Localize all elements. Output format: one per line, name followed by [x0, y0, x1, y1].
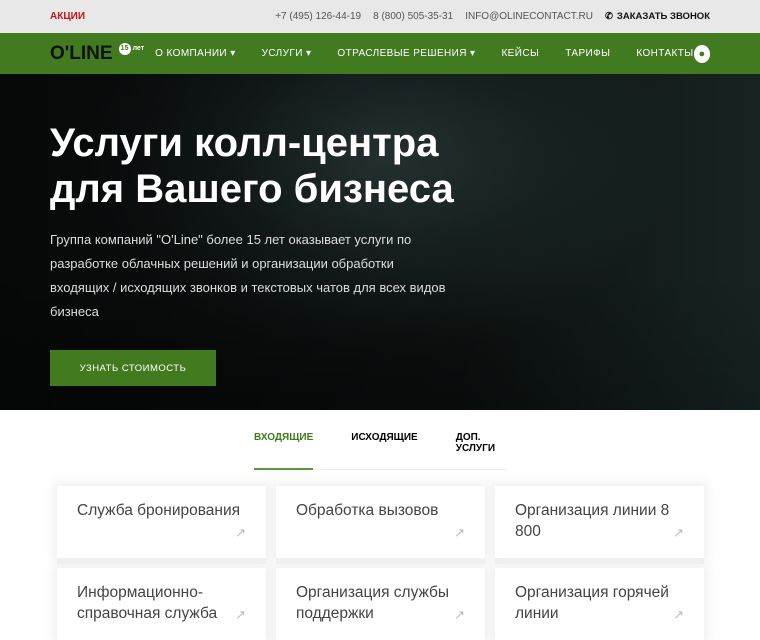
- hero-title: Услуги колл-центра для Вашего бизнеса: [50, 121, 454, 211]
- main-nav: O'LINE 15 лет О КОМПАНИИ ▾ УСЛУГИ ▾ ОТРАСЛ…: [0, 33, 760, 74]
- service-tabs: ВХОДЯЩИЕ ИСХОДЯЩИЕ ДОП. УСЛУГИ: [254, 432, 507, 470]
- arrow-icon: ↗: [454, 607, 465, 622]
- get-price-button[interactable]: УЗНАТЬ СТОИМОСТЬ: [50, 350, 216, 386]
- callback-button[interactable]: ✆ ЗАКАЗАТЬ ЗВОНОК: [605, 11, 710, 22]
- service-card[interactable]: Организация линии 8 800 ↗: [495, 486, 704, 558]
- tab-incoming[interactable]: ВХОДЯЩИЕ: [254, 432, 314, 470]
- nav-cases[interactable]: КЕЙСЫ: [501, 48, 539, 59]
- phone-free[interactable]: 8 (800) 505-35-31: [373, 11, 453, 22]
- nav-services[interactable]: УСЛУГИ ▾: [262, 48, 312, 59]
- nav-industry[interactable]: ОТРАСЛЕВЫЕ РЕШЕНИЯ ▾: [337, 48, 475, 59]
- nav-about[interactable]: О КОМПАНИИ ▾: [155, 48, 235, 59]
- user-icon[interactable]: ●: [693, 44, 710, 63]
- years-label: лет: [132, 45, 145, 52]
- service-card[interactable]: Обработка вызовов ↗: [276, 486, 485, 558]
- nav-contacts[interactable]: КОНТАКТЫ: [636, 48, 693, 59]
- phone-moscow[interactable]: +7 (495) 126-44-19: [275, 11, 361, 22]
- hero: Услуги колл-центра для Вашего бизнеса Гр…: [0, 74, 760, 410]
- service-card[interactable]: Служба бронирования ↗: [57, 486, 266, 558]
- promo-link[interactable]: АКЦИИ: [50, 11, 85, 22]
- arrow-icon: ↗: [673, 607, 684, 622]
- nav-tariffs[interactable]: ТАРИФЫ: [565, 48, 610, 59]
- service-card[interactable]: Информационно-справочная служба ↗: [57, 568, 266, 640]
- service-card[interactable]: Организация службы поддержки ↗: [276, 568, 485, 640]
- arrow-icon: ↗: [673, 525, 684, 540]
- logo[interactable]: O'LINE 15 лет: [50, 42, 155, 65]
- service-card[interactable]: Организация горячей линии ↗: [495, 568, 704, 640]
- callback-label: ЗАКАЗАТЬ ЗВОНОК: [616, 11, 710, 22]
- logo-text: O'LINE: [50, 42, 113, 64]
- years-badge: 15: [118, 42, 131, 55]
- arrow-icon: ↗: [235, 525, 246, 540]
- arrow-icon: ↗: [454, 525, 465, 540]
- hero-text: Группа компаний "O'Line" более 15 лет ок…: [50, 232, 446, 319]
- tab-outgoing[interactable]: ИСХОДЯЩИЕ: [351, 432, 417, 454]
- service-cards: Служба бронирования ↗ Обработка вызовов ↗ …: [57, 486, 760, 640]
- arrow-icon: ↗: [235, 607, 246, 622]
- top-bar: АКЦИИ +7 (495) 126-44-19 8 (800) 505-35-…: [0, 0, 760, 33]
- email-link[interactable]: INFO@OLINECONTACT.RU: [465, 11, 593, 22]
- phone-icon: ✆: [604, 11, 613, 22]
- tab-extra[interactable]: ДОП. УСЛУГИ: [456, 432, 507, 454]
